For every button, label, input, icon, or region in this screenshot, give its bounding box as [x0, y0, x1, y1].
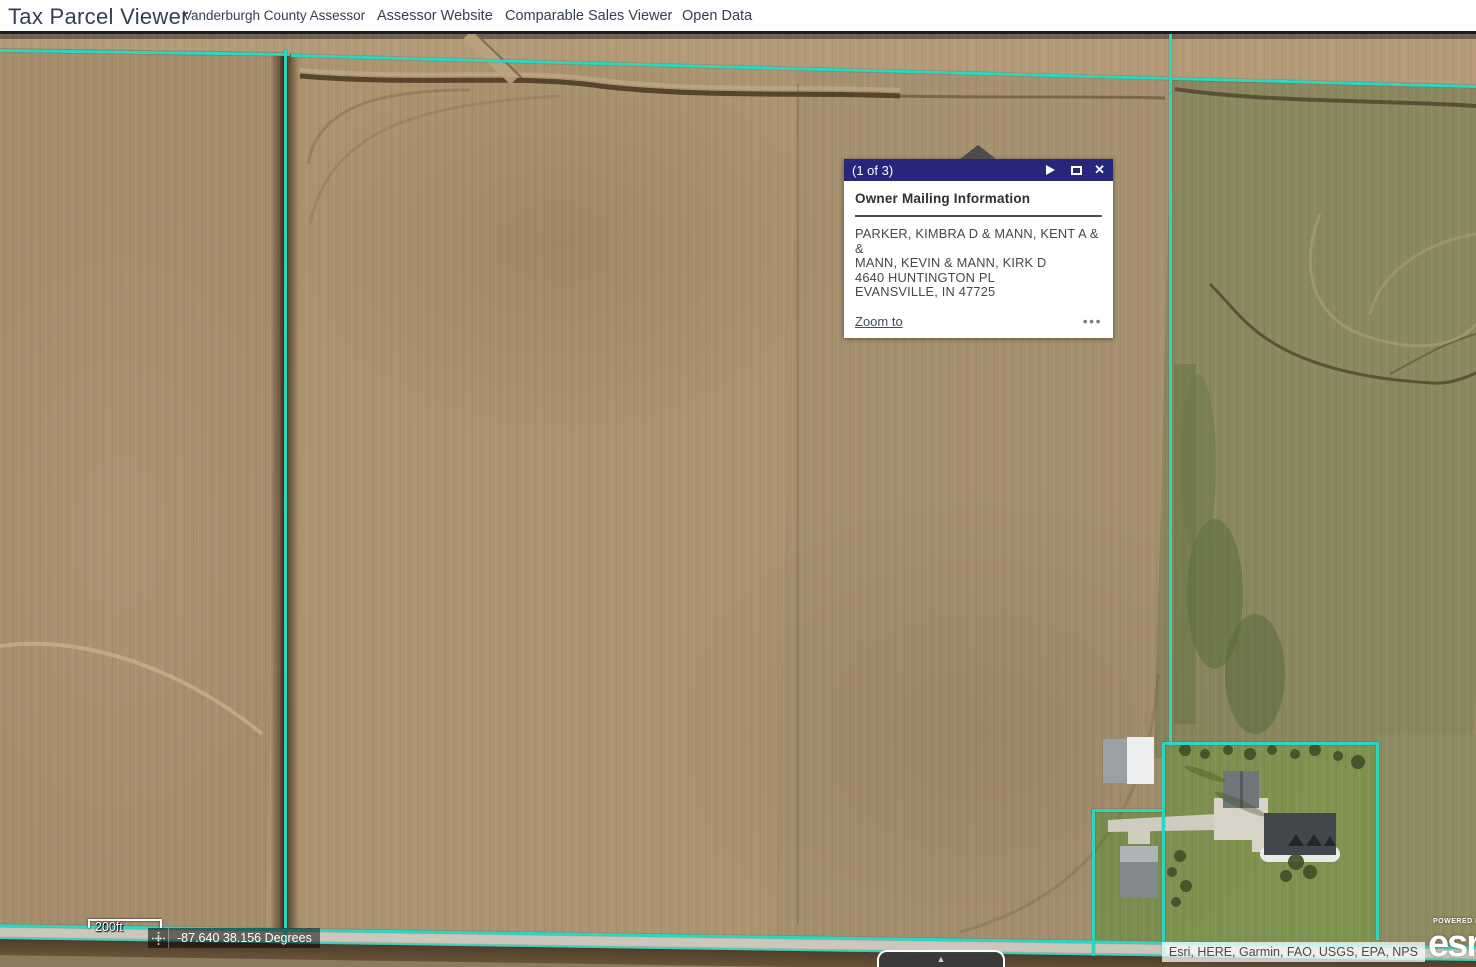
map-canvas[interactable]: (1 of 3) ✕ Owner Mailing Information PAR… [0, 34, 1476, 967]
address-line: 4640 HUNTINGTON PL [855, 271, 1102, 286]
popup-anchor-caret [960, 145, 996, 159]
parcel-line [284, 50, 287, 943]
maximize-icon[interactable] [1071, 166, 1082, 175]
crosshair-button[interactable] [148, 928, 169, 948]
popup-title: Owner Mailing Information [855, 191, 1102, 206]
scalebar-label: 200ft [95, 920, 123, 934]
parcel-line [1092, 809, 1165, 812]
field-southeast-green [1378, 734, 1476, 949]
parcel-line [1092, 809, 1095, 956]
esri-logo: esri [1428, 923, 1476, 967]
field-west [0, 48, 286, 967]
popup-titlebar[interactable]: (1 of 3) ✕ [844, 159, 1113, 181]
zoom-to-link[interactable]: Zoom to [855, 314, 903, 329]
app-header: Tax Parcel Viewer Vanderburgh County Ass… [0, 0, 1476, 34]
parcel-line [1169, 34, 1172, 746]
attribution-bar: Esri, HERE, Garmin, FAO, USGS, EPA, NPS [1162, 942, 1425, 962]
parcel-line [1162, 742, 1379, 745]
tree-line-strip [0, 34, 1476, 39]
nav-link-comparable-sales-viewer[interactable]: Comparable Sales Viewer [505, 0, 672, 32]
field-east-green [1154, 78, 1476, 766]
close-icon[interactable]: ✕ [1094, 159, 1105, 181]
address-line: EVANSVILLE, IN 47725 [855, 285, 1102, 300]
popup-footer: Zoom to ••• [855, 314, 1102, 329]
nav-link-open-data[interactable]: Open Data [682, 0, 752, 32]
coordinates-widget: -87.640 38.156 Degrees [148, 928, 320, 948]
popup-body: Owner Mailing Information PARKER, KIMBRA… [844, 181, 1113, 338]
address-line: PARKER, KIMBRA D & MANN, KENT A & & [855, 227, 1102, 256]
parcel-line [1376, 742, 1379, 940]
nav-link-county-assessor[interactable]: Vanderburgh County Assessor [183, 0, 365, 32]
address-line: MANN, KEVIN & MANN, KIRK D [855, 256, 1102, 271]
chevron-up-icon: ▲ [937, 955, 946, 964]
attribute-panel-tab[interactable]: ▲ [877, 950, 1005, 967]
more-options-icon[interactable]: ••• [1083, 316, 1102, 326]
app-title: Tax Parcel Viewer [8, 2, 189, 32]
owner-address: PARKER, KIMBRA D & MANN, KENT A & & MANN… [855, 227, 1102, 300]
coordinates-readout: -87.640 38.156 Degrees [169, 928, 320, 948]
crosshair-icon [152, 932, 165, 945]
next-feature-icon[interactable] [1046, 165, 1055, 175]
popup-separator [855, 215, 1102, 217]
parcel-line [1162, 742, 1165, 954]
residential-lawn [1162, 742, 1378, 942]
popup-pager: (1 of 3) [852, 163, 1046, 178]
residential-lawn-small [1092, 810, 1164, 956]
feature-popup: (1 of 3) ✕ Owner Mailing Information PAR… [844, 159, 1113, 338]
nav-link-assessor-website[interactable]: Assessor Website [377, 0, 493, 32]
